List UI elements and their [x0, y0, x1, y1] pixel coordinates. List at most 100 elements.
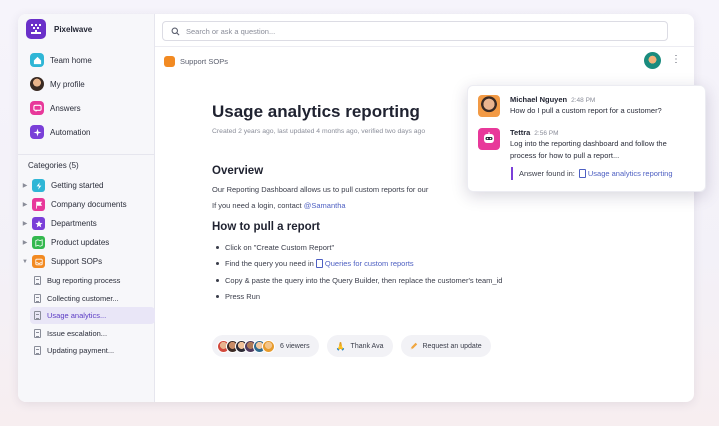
breadcrumb-label: Support SOPs [180, 57, 228, 66]
request-label: Request an update [422, 342, 482, 350]
caret-down-icon[interactable]: ▼ [20, 259, 30, 265]
tray-icon [32, 255, 45, 268]
caret-right-icon[interactable]: ▶ [20, 239, 30, 246]
document-icon [34, 328, 41, 338]
doc-meta: Created 2 years ago, last updated 4 mont… [212, 128, 426, 135]
document-icon [578, 169, 586, 178]
more-options-icon[interactable]: ⋮ [671, 54, 681, 65]
overview-heading: Overview [212, 165, 264, 177]
nav-label: Automation [50, 127, 91, 137]
avatar-icon [30, 77, 44, 91]
thank-button[interactable]: 🙏 Thank Ava [326, 335, 393, 357]
doc-label: Issue escalation... [47, 328, 108, 338]
map-icon [32, 236, 45, 249]
nav-label: Answers [50, 103, 81, 113]
category-label: Support SOPs [51, 257, 103, 266]
doc-item-usage-analytics[interactable]: Usage analytics... [30, 307, 155, 324]
home-icon [30, 53, 44, 67]
request-update-button[interactable]: Request an update [400, 335, 491, 357]
doc-label: Bug reporting process [47, 276, 121, 285]
steps-list: Click on "Create Custom Report" Find the… [212, 239, 572, 305]
doc-item-updating-payment[interactable]: Updating payment... [30, 342, 155, 359]
sidebar-divider [18, 154, 155, 155]
category-label: Company documents [51, 200, 127, 209]
doc-label: Updating payment... [47, 346, 115, 355]
sender-name: Tettra [510, 128, 531, 137]
message-time: 2:48 PM [571, 97, 596, 104]
search-icon [171, 27, 180, 35]
overview-text: Our Reporting Dashboard allows us to pul… [212, 185, 429, 194]
viewers-count: 6 viewers [280, 342, 310, 350]
caret-right-icon[interactable]: ▶ [20, 220, 30, 227]
message-header: Michael Nguyen 2:48 PM [510, 95, 662, 104]
category-company-documents[interactable]: ▶ Company documents [20, 195, 153, 214]
brand[interactable]: Pixelwave [26, 19, 92, 39]
search-input[interactable]: Search or ask a question... [162, 21, 668, 41]
caret-right-icon[interactable]: ▶ [20, 182, 30, 189]
search-placeholder: Search or ask a question... [186, 26, 276, 36]
nav-answers[interactable]: Answers [26, 96, 150, 120]
category-label: Getting started [51, 181, 104, 190]
document-icon [34, 346, 41, 355]
avatar [262, 339, 275, 353]
brand-name: Pixelwave [54, 24, 93, 34]
nav-my-profile[interactable]: My profile [26, 72, 150, 96]
caret-right-icon[interactable]: ▶ [20, 201, 30, 208]
tettra-bot-icon [478, 128, 500, 150]
owner-avatar[interactable] [644, 52, 661, 69]
nav-automation[interactable]: Automation [26, 120, 150, 144]
list-item: Click on "Create Custom Report" [212, 239, 572, 256]
doc-item-collecting-customer[interactable]: Collecting customer... [30, 290, 155, 307]
doc-item-issue-escalation[interactable]: Issue escalation... [30, 325, 155, 342]
queries-doc-link[interactable]: Queries for custom reports [315, 259, 414, 269]
step-text: Click on "Create Custom Report" [225, 242, 335, 252]
bullet-dot [216, 295, 219, 299]
viewers-pill[interactable]: 6 viewers [212, 335, 319, 357]
pencil-icon [410, 342, 417, 350]
breadcrumb[interactable]: Support SOPs [164, 56, 228, 67]
category-departments[interactable]: ▶ Departments [20, 214, 153, 233]
chat-message-bot: Tettra 2:56 PM Log into the reporting das… [478, 128, 695, 162]
document-icon [34, 311, 41, 320]
category-product-updates[interactable]: ▶ Product updates [20, 233, 153, 252]
message-text: Log into the reporting dashboard and fol… [510, 139, 667, 160]
document-icon [34, 276, 41, 285]
chat-message-user: Michael Nguyen 2:48 PM How do I pull a cu… [478, 95, 662, 117]
bullet-dot [216, 278, 219, 282]
main-nav: Team home My profile Answers Automation [26, 48, 150, 144]
doc-label: Collecting customer... [47, 293, 119, 303]
tray-icon [164, 56, 175, 67]
login-text: If you need a login, contact [212, 201, 304, 210]
pixelwave-logo-icon [26, 19, 46, 39]
viewer-avatars [217, 339, 275, 353]
samantha-mention-link[interactable]: @Samantha [304, 201, 346, 210]
answer-source-link[interactable]: Usage analytics reporting [578, 169, 673, 178]
nav-label: My profile [50, 79, 85, 89]
doc-item-bug-reporting[interactable]: Bug reporting process [30, 272, 155, 289]
step-text: Copy & paste the query into the Query Bu… [225, 275, 503, 285]
document-icon [315, 259, 323, 269]
praise-hands-icon: 🙏 [335, 341, 346, 351]
step-text: Find the query you need in [225, 259, 316, 269]
answer-found-label: Answer found in: [519, 169, 575, 178]
login-paragraph: If you need a login, contact @Samantha [212, 201, 346, 210]
app-window: Pixelwave Team home My profile Answers A… [18, 14, 694, 402]
howto-heading: How to pull a report [212, 221, 320, 233]
answer-source-label: Usage analytics reporting [587, 169, 673, 178]
nav-label: Team home [50, 55, 92, 65]
chat-popup: Michael Nguyen 2:48 PM How do I pull a cu… [467, 85, 706, 192]
flag-icon [32, 198, 45, 211]
message-header: Tettra 2:56 PM [510, 128, 695, 137]
categories-title: Categories (5) [28, 161, 79, 170]
page-title: Usage analytics reporting [212, 102, 420, 121]
category-getting-started[interactable]: ▶ Getting started [20, 176, 153, 195]
sidebar: Pixelwave Team home My profile Answers A… [18, 14, 155, 402]
message-text: How do I pull a custom report for a cust… [510, 106, 662, 115]
category-support-sops[interactable]: ▼ Support SOPs [20, 252, 153, 271]
bullet-dot [216, 245, 219, 249]
header-divider [155, 46, 694, 47]
doc-footer: 6 viewers 🙏 Thank Ava Request an update [212, 335, 491, 357]
list-item: Find the query you need in Queries for c… [212, 256, 572, 273]
nav-team-home[interactable]: Team home [26, 48, 150, 72]
document-icon [34, 293, 41, 303]
